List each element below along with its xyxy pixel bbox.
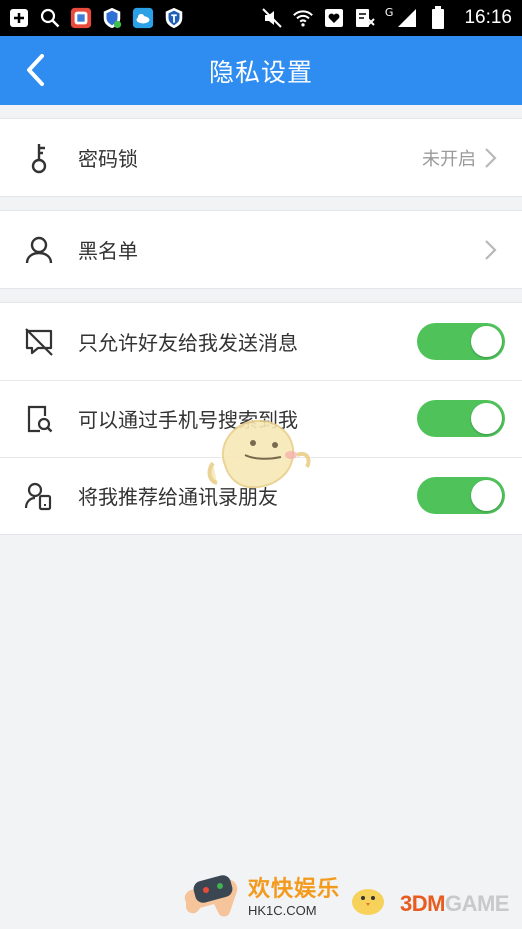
watermark-brand: 3DMGAME <box>400 891 509 917</box>
watermark-brand-suffix: GAME <box>444 891 510 916</box>
shield-app-icon <box>101 7 123 29</box>
settings-group-security: 密码锁 未开启 <box>0 118 522 197</box>
toggle-knob <box>471 326 502 357</box>
row-blacklist[interactable]: 黑名单 <box>0 211 522 288</box>
heart-icon <box>323 7 345 29</box>
mascot-watermark <box>205 405 315 504</box>
watermark-site-url: HK1C.COM <box>248 902 317 918</box>
settings-group-blacklist: 黑名单 <box>0 210 522 289</box>
phone-search-icon <box>0 404 78 434</box>
row-label: 密码锁 <box>78 147 138 171</box>
battery-icon <box>427 6 449 29</box>
contact-recommend-icon <box>0 481 78 511</box>
app-store-icon <box>70 7 92 29</box>
clock-time: 16:16 <box>464 7 512 28</box>
person-icon <box>0 235 78 265</box>
recommend-to-contacts-toggle[interactable] <box>417 477 505 514</box>
toggle-knob <box>471 480 502 511</box>
friends-only-messages-toggle[interactable] <box>417 323 505 360</box>
status-bar: G 16:16 <box>0 0 522 36</box>
security-app-icon <box>163 7 185 29</box>
message-blocked-icon <box>0 327 78 357</box>
key-icon <box>0 142 78 174</box>
row-friends-only-messages: 只允许好友给我发送消息 <box>0 303 522 380</box>
row-label: 黑名单 <box>78 239 138 263</box>
page-title: 隐私设置 <box>208 57 313 87</box>
row-label: 只允许好友给我发送消息 <box>78 331 298 355</box>
mute-icon <box>261 7 283 29</box>
gamepad-hands-icon <box>184 875 238 917</box>
nfc-icon <box>354 7 376 29</box>
watermark-brand-prefix: 3DM <box>400 891 445 916</box>
chick-mascot-icon <box>352 889 385 915</box>
search-icon <box>39 7 61 29</box>
wifi-icon <box>292 7 314 29</box>
watermark-site-name: 欢快娱乐 <box>248 876 341 902</box>
network-type-label: G <box>384 5 394 19</box>
chevron-right-icon <box>484 147 514 169</box>
cloud-app-icon <box>132 7 154 29</box>
search-by-phone-toggle[interactable] <box>417 400 505 437</box>
chevron-left-icon <box>27 54 44 86</box>
signal-icon <box>396 7 418 29</box>
row-password-lock[interactable]: 密码锁 未开启 <box>0 119 522 196</box>
add-box-icon <box>8 7 30 29</box>
chevron-right-icon <box>484 239 514 261</box>
navigation-bar: 隐私设置 <box>0 36 522 105</box>
row-status-value: 未开启 <box>422 148 476 170</box>
toggle-knob <box>471 403 502 434</box>
bottom-watermark: 欢快娱乐 HK1C.COM 3DMGAME <box>180 866 509 922</box>
back-button[interactable] <box>16 50 56 90</box>
